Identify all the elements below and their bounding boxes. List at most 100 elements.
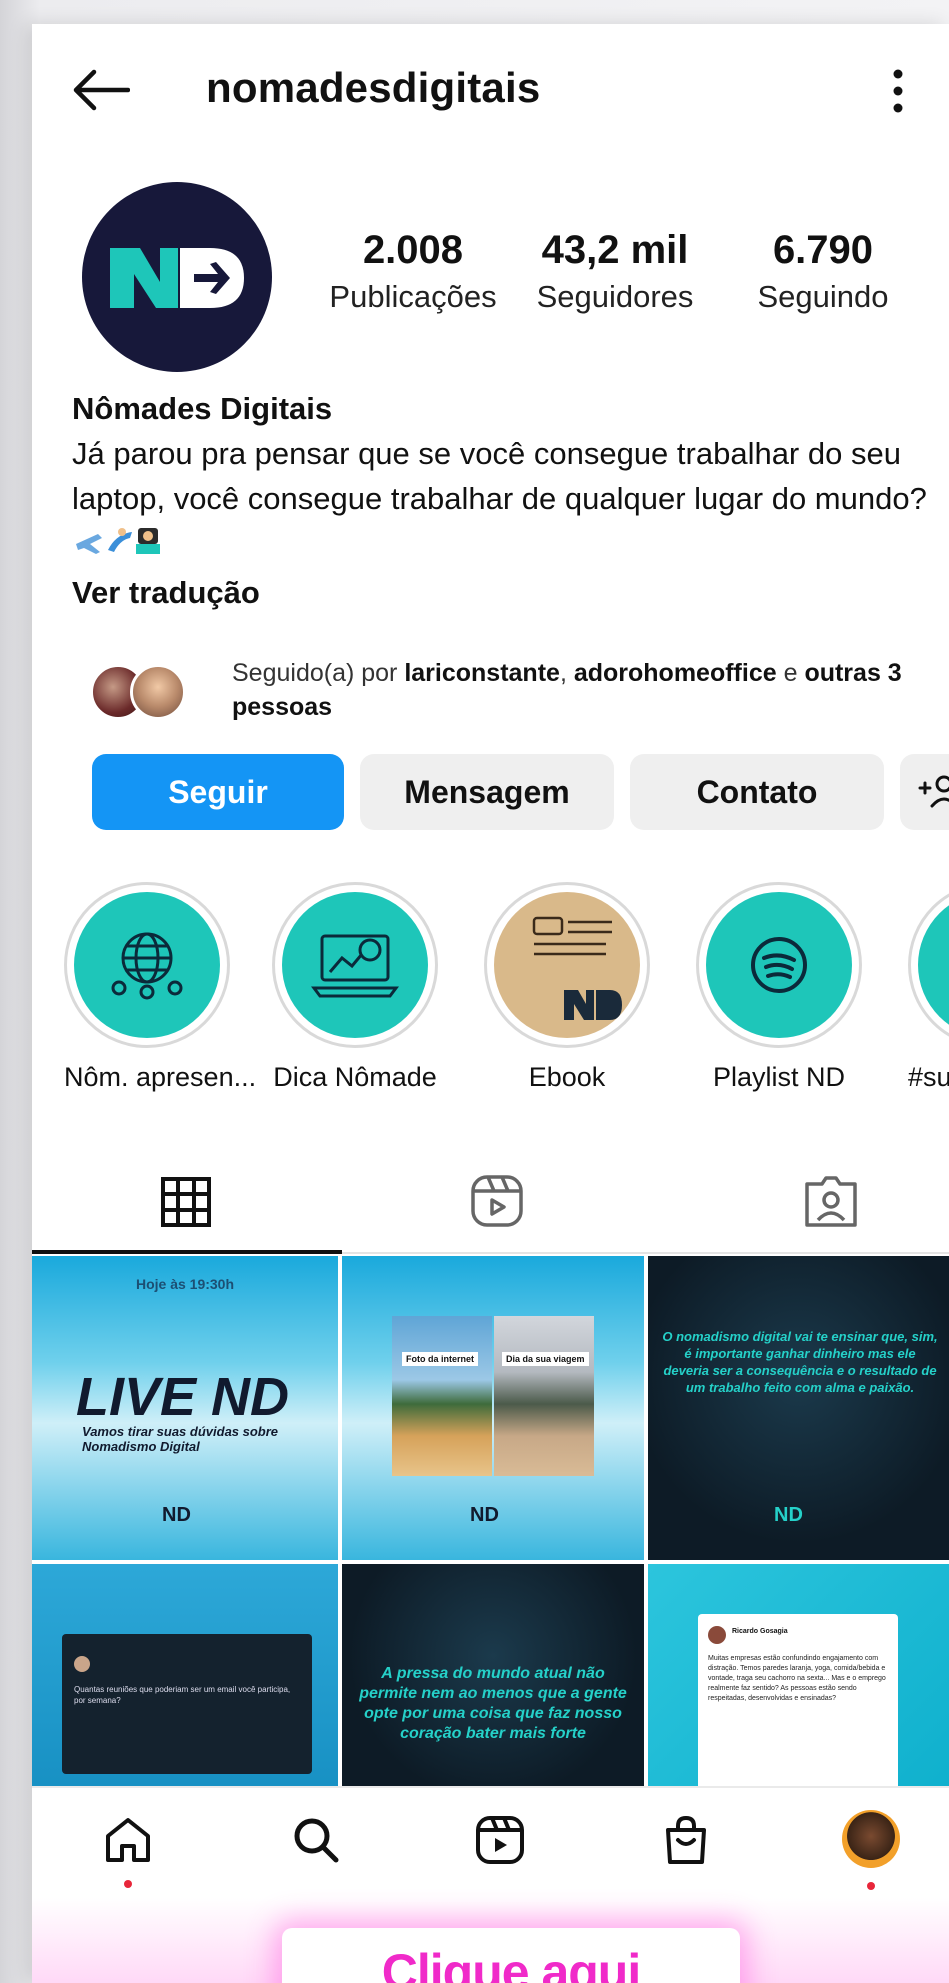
tweet-text: Muitas empresas estão confundindo engaja… — [708, 1655, 886, 1702]
profile-stats: 2.008 Publicações 43,2 mil Seguidores 6.… — [320, 228, 940, 338]
tagged-person-icon — [805, 1176, 857, 1227]
highlight-item[interactable]: Nôm. apresen... — [64, 882, 256, 1093]
photo-trip-day: Dia da sua viagem — [494, 1316, 594, 1476]
profile-actions: Seguir Mensagem Contato — [60, 754, 949, 832]
highlight-item[interactable]: Dica Nômade — [272, 882, 438, 1093]
tweet-card: Quantas reuniões que poderiam ser um ema… — [62, 1634, 312, 1774]
post-logo: ND — [162, 1504, 191, 1526]
follower-user-1[interactable]: lariconstante — [404, 659, 560, 687]
tweet-avatar — [708, 1626, 726, 1644]
nav-shop[interactable] — [656, 1810, 716, 1870]
see-translation-link[interactable]: Ver tradução — [72, 570, 942, 615]
more-options-icon[interactable] — [884, 66, 912, 116]
profile-username: nomadesdigitais — [206, 64, 541, 111]
tweet-line-1: Quantas reuniões que poderiam ser um ema… — [74, 1685, 256, 1694]
bottom-navigation — [32, 1786, 949, 1896]
follow-button[interactable]: Seguir — [92, 754, 344, 830]
follower-user-2[interactable]: adorohomeoffice — [574, 659, 777, 687]
post-meetings[interactable]: Quantas reuniões que poderiam ser um ema… — [32, 1564, 338, 1786]
ebook-cover-icon — [532, 916, 622, 1020]
tab-reels[interactable] — [338, 1152, 644, 1252]
tab-grid[interactable] — [32, 1152, 342, 1254]
nd-logo-icon — [110, 248, 244, 308]
profile-tabs — [32, 1152, 949, 1254]
nav-home[interactable] — [98, 1810, 158, 1888]
highlight-ring — [908, 882, 949, 1048]
highlight-ring — [484, 882, 650, 1048]
tweet-text: Quantas reuniões que poderiam ser um ema… — [74, 1684, 302, 1706]
stat-following-value: 6.790 — [772, 228, 874, 272]
followed-by-text: Seguido(a) por lariconstante, adorohomeo… — [232, 656, 932, 724]
post-quote-text: A pressa do mundo atual não permite nem … — [359, 1665, 627, 1742]
profile-avatar-icon — [842, 1810, 900, 1868]
profile-display-name: Nômades Digitais — [72, 391, 333, 426]
stat-followers-value: 43,2 mil — [541, 228, 689, 272]
post-quote-pressa[interactable]: A pressa do mundo atual não permite nem … — [342, 1564, 644, 1786]
bio-text: Já parou pra pensar que se você consegue… — [72, 436, 927, 516]
shopping-bag-icon — [666, 1815, 706, 1864]
back-arrow-icon[interactable] — [70, 68, 130, 112]
cta-area: Clique aqui — [32, 1898, 949, 1983]
contact-button[interactable]: Contato — [630, 754, 884, 830]
post-quote-nomadismo[interactable]: O nomadismo digital vai te ensinar que, … — [648, 1256, 949, 1560]
click-here-button[interactable]: Clique aqui — [282, 1928, 740, 1983]
followed-by-row[interactable]: Seguido(a) por lariconstante, adorohomeo… — [72, 654, 942, 730]
stat-following[interactable]: 6.790 Seguindo — [738, 228, 908, 315]
laptop-chart-icon — [311, 934, 399, 998]
highlight-item[interactable]: #sup — [908, 882, 949, 1093]
photo-trip-label: Dia da sua viagem — [502, 1352, 589, 1366]
reels-icon — [471, 1175, 523, 1227]
highlight-label: Ebook — [528, 1062, 606, 1092]
globe-network-icon — [111, 932, 183, 1000]
nav-search[interactable] — [286, 1810, 346, 1870]
tweet-avatar — [74, 1656, 90, 1672]
photo-internet: Foto da internet — [392, 1316, 492, 1476]
highlight-label: Dica Nômade — [273, 1062, 437, 1092]
stat-posts[interactable]: 2.008 Publicações — [320, 228, 506, 315]
tab-tagged[interactable] — [644, 1152, 949, 1252]
post-engagement[interactable]: Ricardo Gosagia Muitas empresas estão co… — [648, 1564, 949, 1786]
post-quote-text: O nomadismo digital vai te ensinar que, … — [662, 1329, 938, 1395]
profile-bio: Nômades Digitais Já parou pra pensar que… — [72, 386, 942, 615]
post-live-nd[interactable]: Hoje às 19:30h LIVE ND Vamos tirar suas … — [32, 1256, 338, 1560]
highlight-item[interactable]: Ebook — [484, 882, 650, 1093]
post-live-subtitle: Vamos tirar suas dúvidas sobre Nomadismo… — [82, 1424, 279, 1454]
tweet-card: Ricardo Gosagia Muitas empresas estão co… — [698, 1614, 898, 1786]
instagram-profile-screen: nomadesdigitais 2.008 Publicações 43,2 m… — [32, 24, 949, 1983]
story-highlights: Nôm. apresen... Dica Nômade Ebook Playli… — [32, 882, 949, 1102]
notification-dot — [867, 1882, 875, 1890]
followed-by-and: e — [776, 659, 805, 687]
highlight-ring — [64, 882, 230, 1048]
follower-avatar-2 — [130, 664, 186, 720]
highlight-cover — [494, 892, 640, 1038]
post-photo-comparison[interactable]: Foto da internet Dia da sua viagem ND — [342, 1256, 644, 1560]
nav-reels[interactable] — [470, 1810, 530, 1870]
highlight-cover — [282, 892, 428, 1038]
post-live-title: LIVE ND — [76, 1367, 290, 1427]
add-user-button[interactable] — [900, 754, 949, 830]
highlight-label: Playlist ND — [712, 1062, 846, 1092]
notification-dot — [124, 1880, 132, 1888]
photo-internet-label: Foto da internet — [402, 1352, 478, 1366]
post-live-time: Hoje às 19:30h — [135, 1276, 235, 1292]
highlight-cover — [918, 892, 949, 1038]
spotify-icon — [751, 937, 807, 993]
home-icon — [106, 1818, 150, 1862]
top-bar: nomadesdigitais — [32, 24, 949, 144]
stat-followers-label: Seguidores — [536, 279, 694, 314]
post-logo: ND — [774, 1504, 803, 1526]
bio-text-block: Já parou pra pensar que se você consegue… — [72, 431, 942, 570]
highlight-ring — [696, 882, 862, 1048]
emoji-row-icon — [76, 528, 160, 554]
message-button[interactable]: Mensagem — [360, 754, 614, 830]
nav-profile[interactable] — [842, 1810, 902, 1890]
stat-posts-label: Publicações — [329, 279, 497, 314]
add-person-icon — [918, 775, 949, 808]
bio-emojis — [72, 524, 162, 570]
stat-following-label: Seguindo — [757, 279, 889, 314]
grid-icon — [161, 1177, 211, 1227]
highlight-item[interactable]: Playlist ND — [696, 882, 862, 1093]
stat-posts-value: 2.008 — [362, 228, 464, 272]
stat-followers[interactable]: 43,2 mil Seguidores — [530, 228, 700, 315]
avatar[interactable] — [82, 182, 272, 372]
